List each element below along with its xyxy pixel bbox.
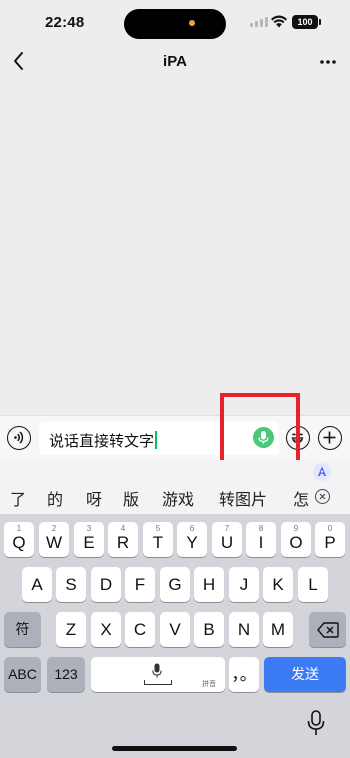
backspace-key[interactable] [309, 612, 346, 647]
key-z[interactable]: Z [56, 612, 86, 647]
send-key[interactable]: 发送 [264, 657, 346, 692]
ime-keyboard: 了 的 呀 版 游戏 转图片 怎 1Q 2W 3E 4R 5T 6Y 7U 8I… [0, 460, 350, 758]
key-g[interactable]: G [160, 567, 190, 602]
key-k[interactable]: K [263, 567, 293, 602]
status-time: 22:48 [45, 14, 85, 31]
key-p[interactable]: 0P [315, 522, 345, 557]
key-h[interactable]: H [194, 567, 224, 602]
key-r[interactable]: 4R [108, 522, 138, 557]
text-caret [155, 431, 158, 449]
space-key-label: 拼音 [202, 681, 216, 688]
key-l[interactable]: L [298, 567, 328, 602]
cellular-signal-icon [250, 17, 268, 27]
home-indicator [112, 746, 237, 751]
message-input-bar: 说话直接转文字 [0, 415, 350, 460]
key-n[interactable]: N [229, 612, 259, 647]
candidate-word[interactable]: 游戏 [162, 486, 194, 510]
ai-assistant-icon[interactable] [313, 463, 331, 481]
key-f[interactable]: F [125, 567, 155, 602]
dynamic-island [124, 9, 226, 39]
candidate-word[interactable]: 转图片 [219, 486, 267, 510]
candidate-word[interactable]: 的 [47, 486, 63, 510]
key-j[interactable]: J [229, 567, 259, 602]
message-input-text: 说话直接转文字 [49, 430, 158, 451]
key-s[interactable]: S [56, 567, 86, 602]
add-icon[interactable] [318, 426, 342, 450]
key-d[interactable]: D [91, 567, 121, 602]
abc-key[interactable]: ABC [4, 657, 41, 692]
candidate-word[interactable]: 版 [123, 486, 139, 510]
key-i[interactable]: 8I [246, 522, 276, 557]
status-bar: 22:48 100 [0, 0, 350, 46]
key-o[interactable]: 9O [281, 522, 311, 557]
key-a[interactable]: A [22, 567, 52, 602]
key-v[interactable]: V [160, 612, 190, 647]
emoji-icon[interactable] [286, 426, 310, 450]
message-text-input[interactable]: 说话直接转文字 [39, 422, 279, 455]
battery-indicator: 100 [292, 15, 321, 29]
key-q[interactable]: 1Q [4, 522, 34, 557]
nav-bar: iPA [0, 46, 350, 78]
key-x[interactable]: X [91, 612, 121, 647]
chat-title: iPA [163, 53, 187, 70]
key-u[interactable]: 7U [212, 522, 242, 557]
candidate-word[interactable]: 呀 [86, 486, 102, 510]
privacy-indicator-dot [189, 20, 195, 26]
candidate-word[interactable]: 了 [10, 486, 26, 510]
space-bar-glyph [144, 680, 172, 685]
dictation-mic-icon[interactable] [307, 710, 325, 736]
key-m[interactable]: M [263, 612, 293, 647]
mic-small-icon [152, 663, 162, 678]
backspace-icon [316, 622, 339, 638]
chat-message-area[interactable] [0, 78, 350, 415]
more-icon[interactable] [316, 48, 340, 74]
close-circle-icon[interactable] [315, 489, 330, 504]
symbol-key[interactable]: 符 [4, 612, 41, 647]
key-b[interactable]: B [194, 612, 224, 647]
key-w[interactable]: 2W [39, 522, 69, 557]
voice-toggle-icon[interactable] [7, 426, 31, 450]
space-key[interactable]: 拼音 [91, 657, 225, 692]
candidate-bar: 了 的 呀 版 游戏 转图片 怎 [0, 460, 350, 514]
key-y[interactable]: 6Y [177, 522, 207, 557]
key-t[interactable]: 5T [143, 522, 173, 557]
wifi-icon [271, 15, 287, 28]
punctuation-key[interactable]: ，。 [229, 657, 259, 692]
candidate-word[interactable]: 怎 [293, 486, 309, 510]
number-key[interactable]: 123 [47, 657, 85, 692]
mic-icon[interactable] [253, 427, 274, 448]
key-e[interactable]: 3E [74, 522, 104, 557]
key-c[interactable]: C [125, 612, 155, 647]
